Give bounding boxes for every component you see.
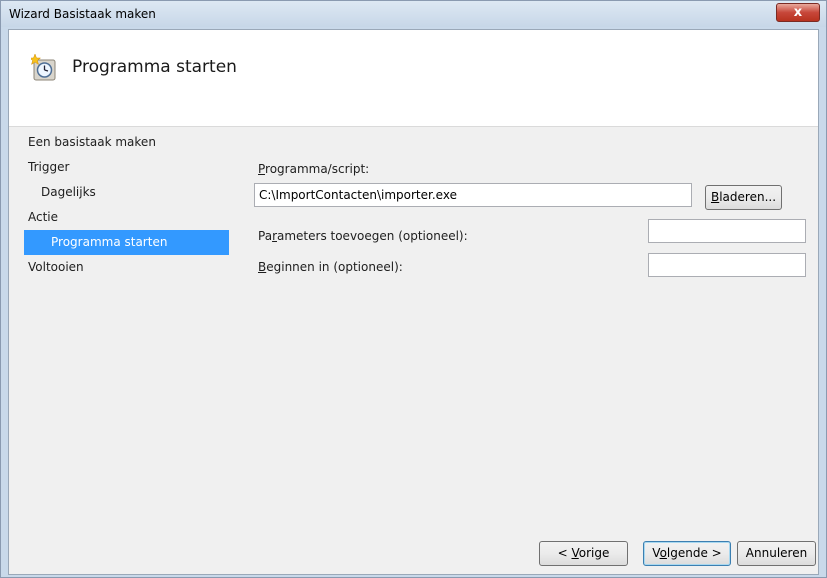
title-bar[interactable]: Wizard Basistaak maken x xyxy=(1,1,826,27)
window-title: Wizard Basistaak maken xyxy=(9,7,156,21)
nav-step-trigger: Trigger xyxy=(28,160,70,174)
nav-step-dagelijks: Dagelijks xyxy=(41,185,96,199)
next-button[interactable]: Volgende > xyxy=(643,541,731,566)
wizard-client-area: Programma starten Een basistaak maken Tri… xyxy=(8,29,819,575)
program-script-input[interactable]: C:\ImportContacten\importer.exe xyxy=(254,183,692,207)
nav-step-voltooien: Voltooien xyxy=(28,260,84,274)
cancel-button[interactable]: Annuleren xyxy=(737,541,816,566)
parameters-input[interactable] xyxy=(648,219,806,243)
back-button[interactable]: < Vorige xyxy=(539,541,628,566)
start-in-input[interactable] xyxy=(648,253,806,277)
nav-step-programma-starten: Programma starten xyxy=(24,230,229,255)
program-script-label: Programma/script: xyxy=(258,162,370,176)
browse-button[interactable]: Bladeren... xyxy=(705,185,782,210)
nav-step-actie: Actie xyxy=(28,210,59,224)
wizard-window: Wizard Basistaak maken x Programma start… xyxy=(0,0,827,578)
wizard-header: Programma starten xyxy=(9,30,818,127)
nav-step-een-basistaak-maken: Een basistaak maken xyxy=(28,135,156,149)
wizard-steps-nav: Een basistaak maken Trigger Dagelijks Actie… xyxy=(19,130,229,280)
parameters-label: Parameters toevoegen (optioneel): xyxy=(258,229,468,243)
start-in-label: Beginnen in (optioneel): xyxy=(258,260,403,274)
close-button[interactable]: x xyxy=(776,3,820,22)
clock-icon xyxy=(31,54,56,81)
page-title: Programma starten xyxy=(72,57,237,77)
